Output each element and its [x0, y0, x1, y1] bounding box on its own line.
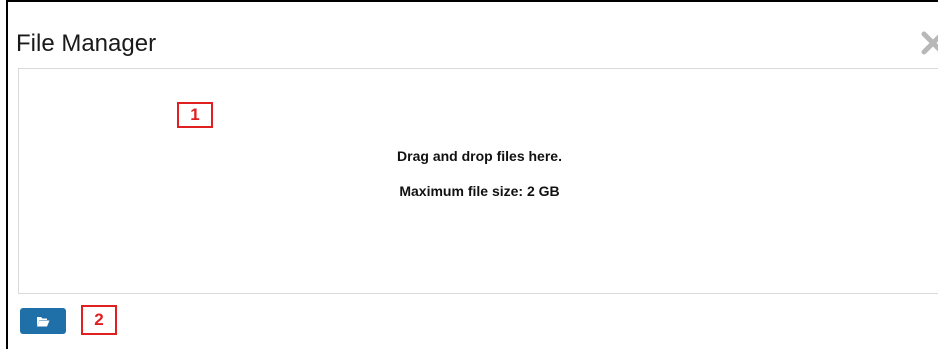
annotation-marker-2: 2	[81, 305, 117, 335]
drop-instruction: Drag and drop files here.	[397, 148, 562, 164]
folder-open-icon	[37, 316, 50, 326]
close-icon	[921, 31, 938, 55]
max-file-size-text: Maximum file size: 2 GB	[399, 183, 560, 199]
dialog-title: File Manager	[16, 30, 157, 57]
drop-zone[interactable]: Drag and drop files here. Maximum file s…	[18, 68, 938, 294]
file-manager-dialog: File Manager Drag and drop files here. M…	[6, 0, 938, 349]
close-button[interactable]	[920, 30, 938, 56]
annotation-marker-1: 1	[177, 102, 213, 128]
browse-files-button[interactable]	[20, 308, 66, 334]
